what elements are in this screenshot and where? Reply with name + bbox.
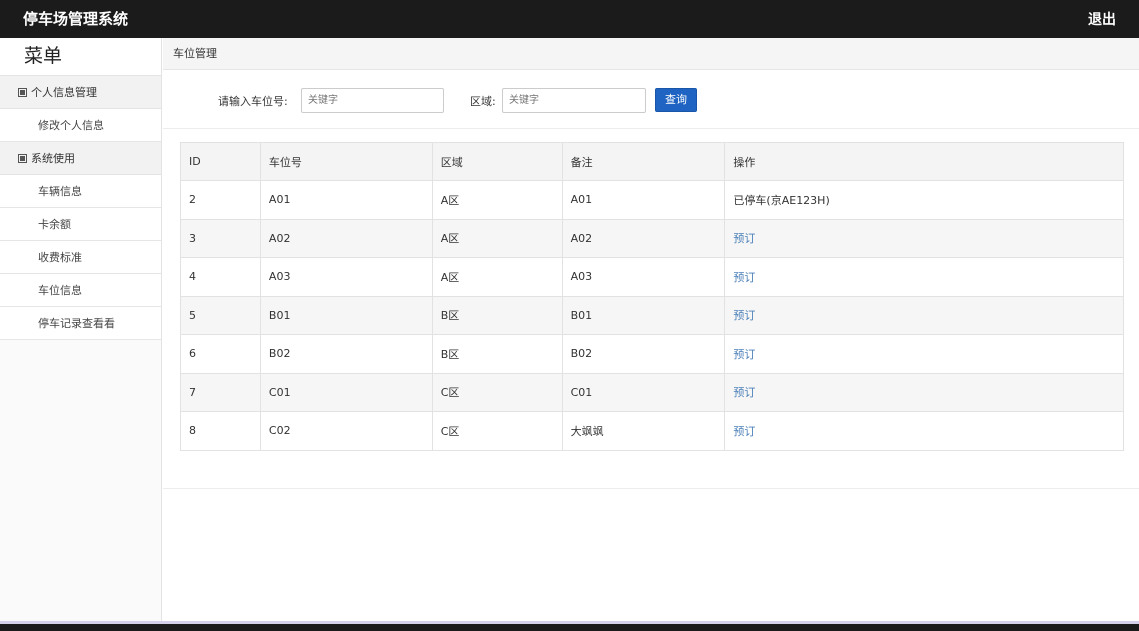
sidebar-group-system-use[interactable]: 系统使用 [0, 142, 161, 175]
cell-spot: C02 [259, 411, 433, 451]
sidebar-group-label: 个人信息管理 [31, 86, 97, 99]
sidebar-item-card-balance[interactable]: 卡余额 [0, 208, 161, 241]
main-content: 车位管理 请输入车位号: 区域: 查询 ID 车位号 区域 备注 操作 2 A0… [163, 38, 1139, 621]
divider [163, 488, 1139, 489]
cell-spot: A02 [259, 218, 433, 258]
cell-action: 预订 [724, 218, 1124, 258]
cell-id: 6 [180, 334, 261, 374]
cell-action: 预订 [724, 372, 1124, 412]
bottom-bar [0, 621, 1139, 631]
breadcrumb-current: 车位管理 [173, 47, 217, 60]
sidebar-item-fee-standard[interactable]: 收费标准 [0, 241, 161, 274]
cell-note: B01 [561, 295, 726, 335]
cell-area: A区 [431, 257, 563, 297]
column-header: 区域 [431, 142, 563, 181]
reserve-link[interactable]: 预订 [733, 271, 755, 284]
cell-id: 2 [180, 180, 261, 220]
cell-id: 7 [180, 372, 261, 412]
query-button[interactable]: 查询 [655, 88, 697, 112]
cell-spot: B02 [259, 334, 433, 374]
cell-id: 5 [180, 295, 261, 335]
cell-status: 已停车(京AE123H) [724, 180, 1124, 220]
spot-number-label: 请输入车位号: [218, 95, 288, 108]
sidebar-group-personal-info[interactable]: 个人信息管理 [0, 76, 161, 109]
sidebar: 菜单 个人信息管理 修改个人信息 系统使用 车辆信息 卡余额 收费标准 车位信息… [0, 38, 162, 621]
column-header: 操作 [724, 142, 1124, 181]
cell-note: A02 [561, 218, 726, 258]
sidebar-item-vehicle-info[interactable]: 车辆信息 [0, 175, 161, 208]
reserve-link[interactable]: 预订 [733, 309, 755, 322]
cell-id: 8 [180, 411, 261, 451]
cell-spot: C01 [259, 372, 433, 412]
table-row: 2 A01 A区 A01 已停车(京AE123H) [180, 180, 1124, 220]
top-navbar: 停车场管理系统 退出 [0, 0, 1139, 38]
area-input[interactable] [502, 88, 646, 113]
sidebar-title: 菜单 [0, 38, 161, 76]
search-form: 请输入车位号: 区域: 查询 [163, 84, 1139, 118]
area-label: 区域: [470, 95, 496, 108]
column-header: 备注 [561, 142, 726, 181]
cell-area: A区 [431, 218, 563, 258]
reserve-link[interactable]: 预订 [733, 232, 755, 245]
cell-spot: A01 [259, 180, 433, 220]
breadcrumb: 车位管理 [163, 38, 1139, 70]
cell-note: A01 [561, 180, 726, 220]
table-row: 3 A02 A区 A02 预订 [180, 218, 1124, 258]
reserve-link[interactable]: 预订 [733, 425, 755, 438]
sidebar-item-parking-records[interactable]: 停车记录查看看 [0, 307, 161, 340]
cell-spot: A03 [259, 257, 433, 297]
reserve-link[interactable]: 预订 [733, 386, 755, 399]
table-row: 7 C01 C区 C01 预订 [180, 372, 1124, 412]
cell-note: B02 [561, 334, 726, 374]
table-row: 5 B01 B区 B01 预订 [180, 295, 1124, 335]
sidebar-group-label: 系统使用 [31, 152, 75, 165]
parking-spot-table: ID 车位号 区域 备注 操作 2 A01 A区 A01 已停车(京AE123H… [180, 142, 1124, 451]
table-row: 6 B02 B区 B02 预订 [180, 334, 1124, 374]
column-header: 车位号 [259, 142, 433, 181]
cell-spot: B01 [259, 295, 433, 335]
cell-action: 预订 [724, 411, 1124, 451]
sidebar-item-spot-info[interactable]: 车位信息 [0, 274, 161, 307]
cell-note: A03 [561, 257, 726, 297]
spot-number-input[interactable] [301, 88, 444, 113]
cell-area: A区 [431, 180, 563, 220]
cell-note: 大飒飒 [561, 411, 726, 451]
cell-action: 预订 [724, 257, 1124, 297]
table-row: 4 A03 A区 A03 预订 [180, 257, 1124, 297]
cell-area: B区 [431, 295, 563, 335]
column-header: ID [180, 142, 261, 181]
table-row: 8 C02 C区 大飒飒 预订 [180, 411, 1124, 451]
cell-action: 预订 [724, 295, 1124, 335]
divider [163, 128, 1139, 129]
cell-area: C区 [431, 372, 563, 412]
cell-area: B区 [431, 334, 563, 374]
logout-link[interactable]: 退出 [1088, 9, 1116, 29]
cell-id: 3 [180, 218, 261, 258]
cell-area: C区 [431, 411, 563, 451]
sidebar-item-edit-profile[interactable]: 修改个人信息 [0, 109, 161, 142]
cell-action: 预订 [724, 334, 1124, 374]
cell-note: C01 [561, 372, 726, 412]
reserve-link[interactable]: 预订 [733, 348, 755, 361]
list-icon [18, 88, 27, 97]
cell-id: 4 [180, 257, 261, 297]
table-header-row: ID 车位号 区域 备注 操作 [180, 142, 1124, 181]
app-title: 停车场管理系统 [23, 10, 129, 28]
list-icon [18, 154, 27, 163]
